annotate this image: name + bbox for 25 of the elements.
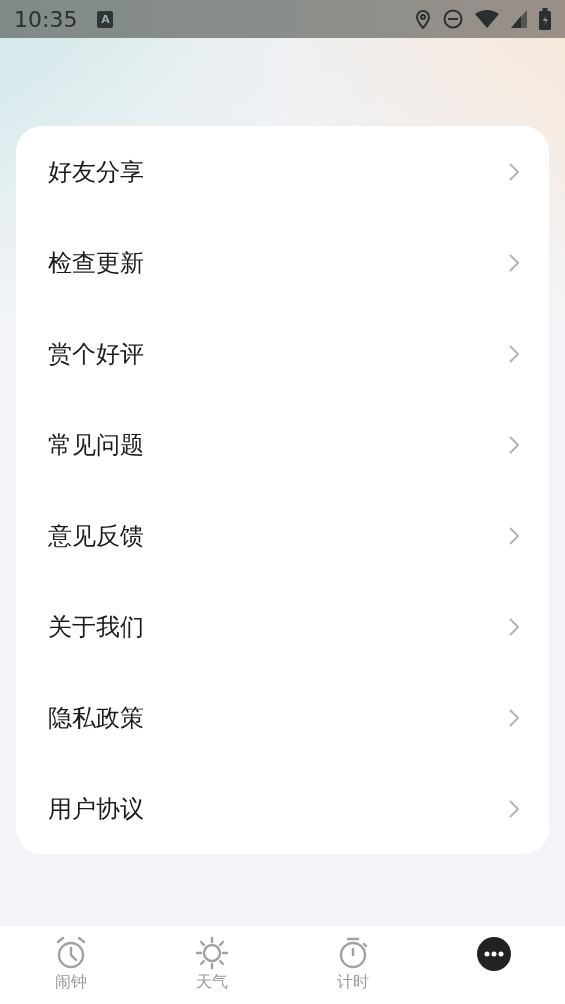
status-time: 10:35 — [14, 6, 78, 32]
location-icon — [415, 9, 431, 29]
chevron-right-icon — [509, 253, 519, 272]
menu-item[interactable]: 用户协议 — [16, 763, 549, 854]
menu-item[interactable]: 隐私政策 — [16, 672, 549, 763]
wifi-icon — [475, 10, 499, 28]
menu-item[interactable]: 好友分享 — [16, 126, 549, 217]
chevron-right-icon — [509, 617, 519, 636]
menu-item[interactable]: 意见反馈 — [16, 490, 549, 581]
menu-item[interactable]: 检查更新 — [16, 217, 549, 308]
menu-item[interactable]: 常见问题 — [16, 399, 549, 490]
chevron-right-icon — [509, 344, 519, 363]
chevron-right-icon — [509, 708, 519, 727]
signal-icon — [511, 10, 527, 28]
more-icon — [476, 936, 513, 972]
chevron-right-icon — [509, 435, 519, 454]
keyboard-badge: A — [97, 10, 114, 28]
menu-item[interactable]: 关于我们 — [16, 581, 549, 672]
chevron-right-icon — [509, 162, 519, 181]
chevron-right-icon — [509, 799, 519, 818]
do-not-disturb-icon — [443, 9, 463, 29]
sun-icon — [194, 936, 229, 970]
battery-icon — [539, 8, 551, 30]
chevron-right-icon — [509, 526, 519, 545]
menu-item[interactable]: 赏个好评 — [16, 308, 549, 399]
